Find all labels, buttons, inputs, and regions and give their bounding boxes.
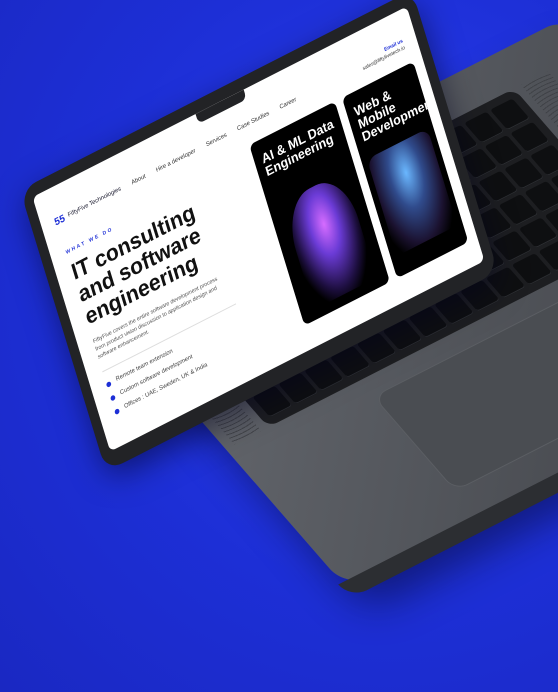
nav-item-case-studies[interactable]: Case Studies (237, 111, 271, 133)
bullet-dot-icon (109, 393, 116, 402)
nav-item-hire[interactable]: Hire a developer (155, 148, 196, 174)
logo-mark-icon: 55 (53, 212, 67, 229)
nav-item-services[interactable]: Services (205, 132, 227, 148)
digital-head-image (281, 170, 377, 310)
nav-item-career[interactable]: Career (279, 97, 297, 111)
bullet-dot-icon (113, 407, 120, 415)
developer-laptop-image (366, 128, 458, 257)
logo-text: FiftyFive Technologies (67, 186, 122, 219)
nav-item-about[interactable]: About (131, 174, 147, 187)
site-logo[interactable]: 55 FiftyFive Technologies (53, 184, 123, 228)
bullet-dot-icon (105, 380, 112, 388)
